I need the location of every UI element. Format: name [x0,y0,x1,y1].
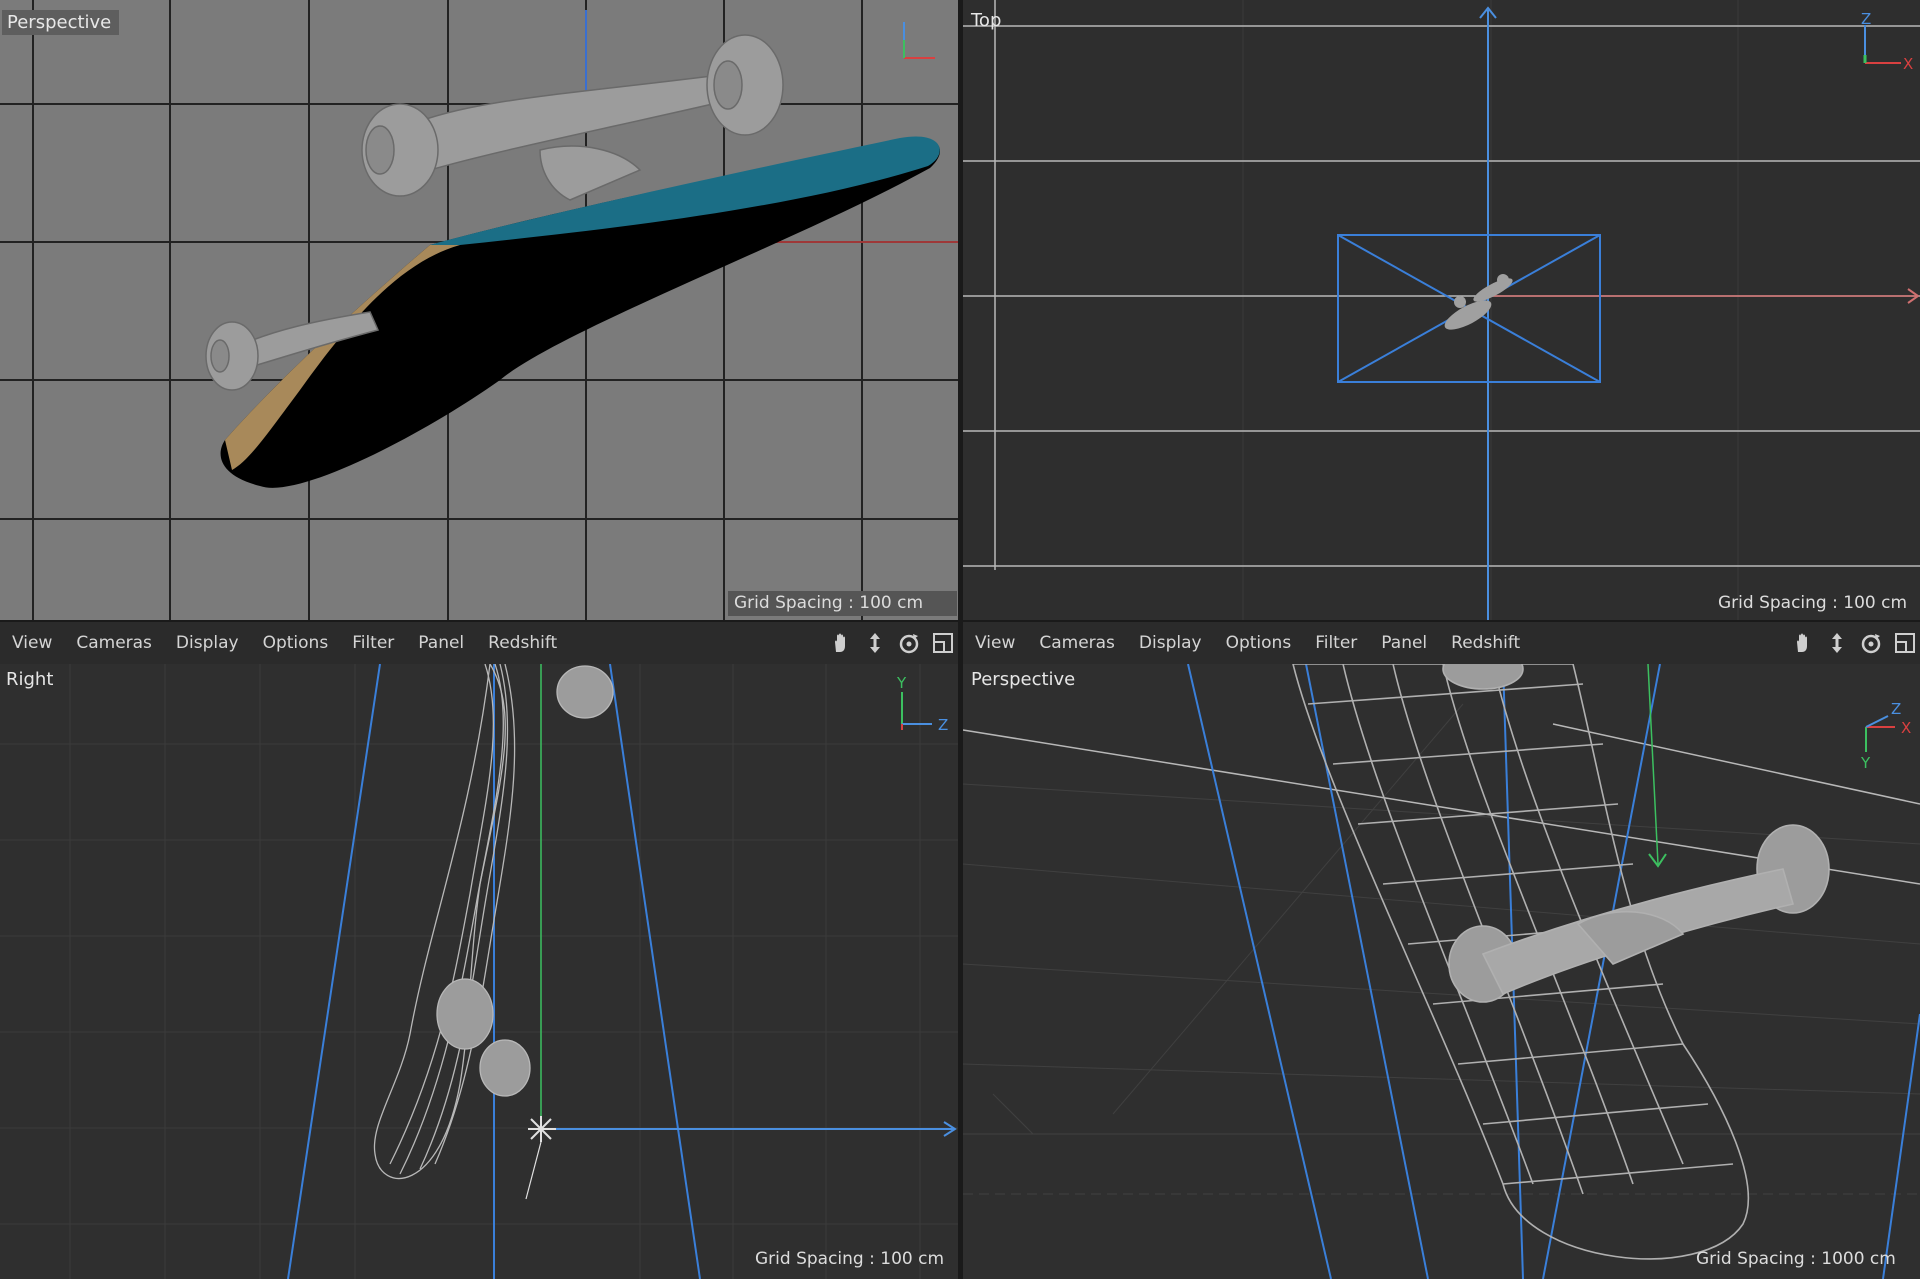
skateboard-object[interactable] [1441,274,1515,335]
grid-spacing-readout: Grid Spacing : 100 cm [755,1249,945,1269]
menu-filter[interactable]: Filter [340,633,406,653]
viewport-canvas: Y Z [0,664,958,1279]
viewport-canvas [0,0,958,620]
menu-display[interactable]: Display [1127,633,1214,653]
grid-spacing-readout: Grid Spacing : 100 cm [728,591,958,616]
viewport-menubar: View Cameras Display Options Filter Pane… [0,622,958,664]
camera-frustum[interactable] [287,664,701,1279]
menu-filter[interactable]: Filter [1303,633,1369,653]
menu-options[interactable]: Options [1214,633,1304,653]
menu-redshift[interactable]: Redshift [476,633,569,653]
menu-panel[interactable]: Panel [406,633,476,653]
axis-z-label: Z [938,716,948,734]
move-arrows-icon[interactable] [862,630,888,656]
viewport-top[interactable]: Z X Top Grid Spacing : 100 cm [963,0,1920,620]
grid-spacing-readout: Grid Spacing : 1000 cm [1696,1249,1896,1269]
viewport-canvas: Z X Y [963,664,1920,1279]
axis-gizmo: Y Z [896,674,948,734]
menu-redshift[interactable]: Redshift [1439,633,1532,653]
menu-cameras[interactable]: Cameras [64,633,164,653]
axis-x-label: X [1903,55,1913,73]
pan-hand-icon[interactable] [828,630,854,656]
menu-view[interactable]: View [0,633,64,653]
axis-x-label: X [1901,719,1911,737]
viewport-perspective-wireframe[interactable]: Z X Y Perspective Grid Spacing : 1000 cm [963,664,1920,1279]
viewport-separator-horizontal[interactable] [0,620,1920,622]
maximize-viewport-icon[interactable] [1892,630,1918,656]
move-arrows-icon[interactable] [1824,630,1850,656]
axis-y-label: Y [1860,754,1871,772]
menu-cameras[interactable]: Cameras [1027,633,1127,653]
menu-view[interactable]: View [963,633,1027,653]
skateboard-wireframe[interactable] [1292,664,1830,1260]
null-object[interactable] [525,1116,556,1200]
maximize-viewport-icon[interactable] [930,630,956,656]
viewport-right[interactable]: Y Z Right Grid Spacing : 100 cm [0,664,958,1279]
menu-panel[interactable]: Panel [1369,633,1439,653]
axis-gizmo: Z X [1861,10,1913,73]
grid-spacing-readout: Grid Spacing : 100 cm [1718,593,1908,613]
viewport-label[interactable]: Top [971,10,1001,31]
viewport-separator-vertical[interactable] [958,0,963,1279]
viewport-label[interactable]: Right [6,669,53,690]
floor-grid [0,664,958,1279]
viewport-label[interactable]: Perspective [971,669,1075,690]
axis-y-label: Y [896,674,907,692]
viewport-label[interactable]: Perspective [2,10,120,35]
viewport-canvas: Z X [963,0,1920,620]
rotate-orbit-icon[interactable] [1858,630,1884,656]
viewport-perspective-shaded[interactable]: Perspective Grid Spacing : 100 cm [0,0,958,620]
axis-gizmo [903,22,935,59]
major-grid [963,0,1920,570]
axis-z-label: Z [1891,700,1901,718]
axis-gizmo: Z X Y [1860,700,1911,772]
axis-z-label: Z [1861,10,1871,28]
rotate-orbit-icon[interactable] [896,630,922,656]
viewport-menubar: View Cameras Display Options Filter Pane… [963,622,1920,664]
menu-display[interactable]: Display [164,633,251,653]
menu-options[interactable]: Options [251,633,341,653]
pan-hand-icon[interactable] [1790,630,1816,656]
minor-grid [1242,0,1739,620]
